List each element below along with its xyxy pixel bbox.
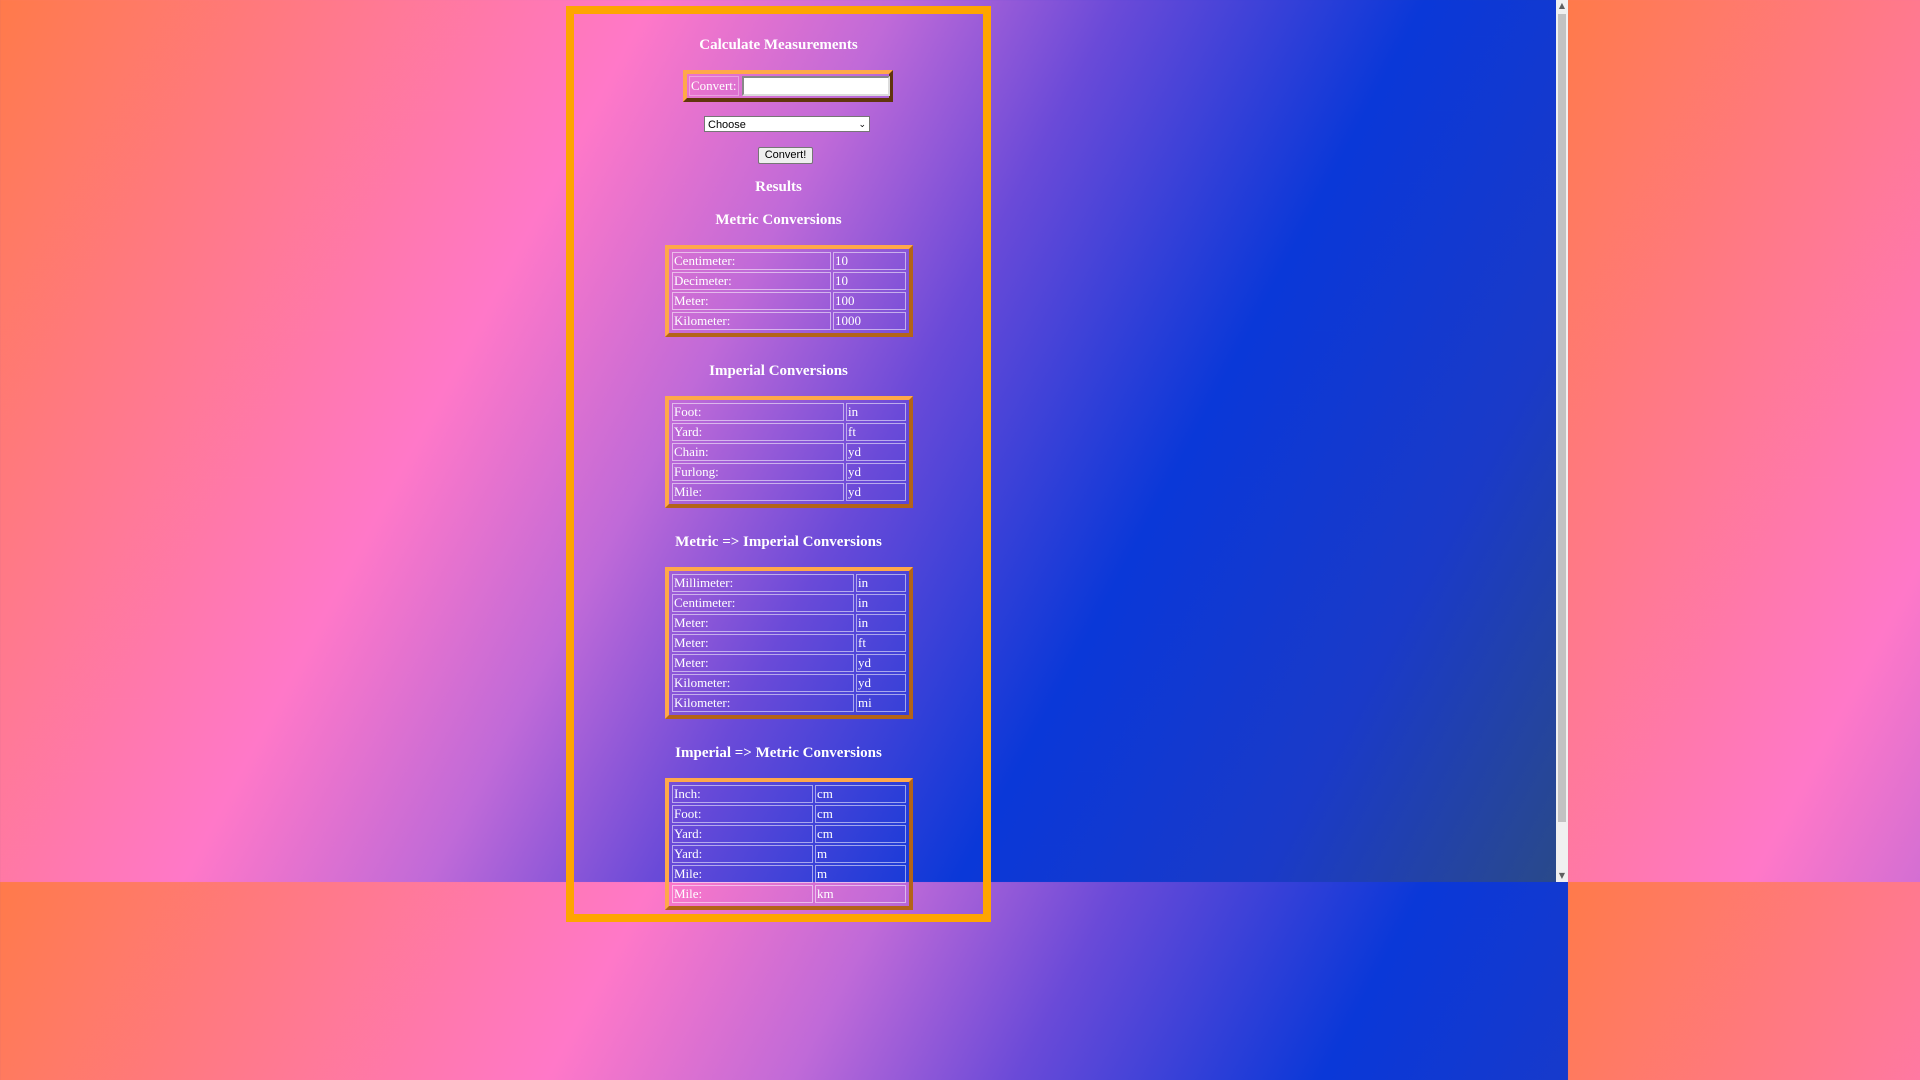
row-label: Kilometer: <box>672 674 854 692</box>
metric-to-imperial-table: Millimeter: in Centimeter: in Meter: in Met… <box>665 567 913 719</box>
table-row: Meter: in <box>672 614 906 632</box>
convert-button[interactable]: Convert! <box>758 147 813 164</box>
section-heading: Metric Conversions <box>715 212 842 228</box>
row-value: cm <box>815 785 906 803</box>
table-row: Furlong: yd <box>672 463 906 481</box>
unit-select[interactable]: Choose ⌄ <box>704 116 870 132</box>
convert-label: Convert: <box>689 76 739 96</box>
row-label: Kilometer: <box>672 694 854 712</box>
row-label: Yard: <box>672 423 844 441</box>
scrollbar-thumb[interactable] <box>1558 14 1566 822</box>
scroll-down-icon[interactable]: ▼ <box>1556 870 1568 882</box>
row-value: km <box>815 885 906 903</box>
table-row: Foot: in <box>672 403 906 421</box>
row-value: yd <box>856 674 906 692</box>
row-value: yd <box>846 483 906 501</box>
table-row: Meter: ft <box>672 634 906 652</box>
table-row: Millimeter: in <box>672 574 906 592</box>
row-label: Mile: <box>672 483 844 501</box>
row-label: Yard: <box>672 825 813 843</box>
section-heading: Imperial => Metric Conversions <box>675 745 882 761</box>
table-row: Mile: km <box>672 885 906 903</box>
unit-select-value: Choose <box>708 119 746 131</box>
row-value: cm <box>815 825 906 843</box>
row-label: Kilometer: <box>672 312 831 330</box>
table-row: Inch: cm <box>672 785 906 803</box>
row-value: m <box>815 845 906 863</box>
vertical-scrollbar[interactable]: ▲ ▼ <box>1556 0 1568 882</box>
row-value: cm <box>815 805 906 823</box>
row-label: Centimeter: <box>672 594 854 612</box>
row-value: 100 <box>833 292 906 310</box>
row-label: Mile: <box>672 865 813 883</box>
table-row: Mile: m <box>672 865 906 883</box>
section-heading: Imperial Conversions <box>709 363 848 379</box>
row-label: Decimeter: <box>672 272 831 290</box>
row-value: in <box>846 403 906 421</box>
row-value: yd <box>846 463 906 481</box>
table-row: Kilometer: 1000 <box>672 312 906 330</box>
row-value: in <box>856 574 906 592</box>
convert-input[interactable] <box>741 76 890 96</box>
row-value: in <box>856 594 906 612</box>
row-label: Chain: <box>672 443 844 461</box>
table-row: Foot: cm <box>672 805 906 823</box>
table-row: Kilometer: yd <box>672 674 906 692</box>
table-row: Decimeter: 10 <box>672 272 906 290</box>
row-value: mi <box>856 694 906 712</box>
convert-field-group: Convert: <box>683 70 893 102</box>
row-label: Meter: <box>672 634 854 652</box>
row-label: Foot: <box>672 805 813 823</box>
imperial-to-metric-table: Inch: cm Foot: cm Yard: cm Yard: m Mile: m Mi… <box>665 778 913 910</box>
row-label: Inch: <box>672 785 813 803</box>
row-label: Meter: <box>672 292 831 310</box>
row-value: 10 <box>833 252 906 270</box>
table-row: Centimeter: in <box>672 594 906 612</box>
row-value: yd <box>856 654 906 672</box>
row-value: 10 <box>833 272 906 290</box>
row-label: Millimeter: <box>672 574 854 592</box>
row-label: Meter: <box>672 654 854 672</box>
table-row: Centimeter: 10 <box>672 252 906 270</box>
row-label: Mile: <box>672 885 813 903</box>
page-title: Calculate Measurements <box>699 37 858 53</box>
row-label: Centimeter: <box>672 252 831 270</box>
row-value: 1000 <box>833 312 906 330</box>
row-value: ft <box>856 634 906 652</box>
row-value: in <box>856 614 906 632</box>
row-value: yd <box>846 443 906 461</box>
table-row: Kilometer: mi <box>672 694 906 712</box>
table-row: Chain: yd <box>672 443 906 461</box>
table-row: Meter: yd <box>672 654 906 672</box>
table-row: Yard: m <box>672 845 906 863</box>
table-row: Yard: ft <box>672 423 906 441</box>
table-row: Meter: 100 <box>672 292 906 310</box>
row-label: Furlong: <box>672 463 844 481</box>
row-label: Meter: <box>672 614 854 632</box>
section-heading: Metric => Imperial Conversions <box>675 534 882 550</box>
converter-panel: Calculate Measurements Convert: Choose ⌄… <box>566 6 991 922</box>
row-label: Yard: <box>672 845 813 863</box>
row-label: Foot: <box>672 403 844 421</box>
imperial-conversions-table: Foot: in Yard: ft Chain: yd Furlong: yd Mile… <box>665 396 913 508</box>
row-value: m <box>815 865 906 883</box>
chevron-down-icon: ⌄ <box>858 120 866 130</box>
table-row: Yard: cm <box>672 825 906 843</box>
table-row: Mile: yd <box>672 483 906 501</box>
results-heading: Results <box>755 179 802 195</box>
row-value: ft <box>846 423 906 441</box>
scroll-up-icon[interactable]: ▲ <box>1556 0 1568 12</box>
metric-conversions-table: Centimeter: 10 Decimeter: 10 Meter: 100 Kil… <box>665 245 913 337</box>
